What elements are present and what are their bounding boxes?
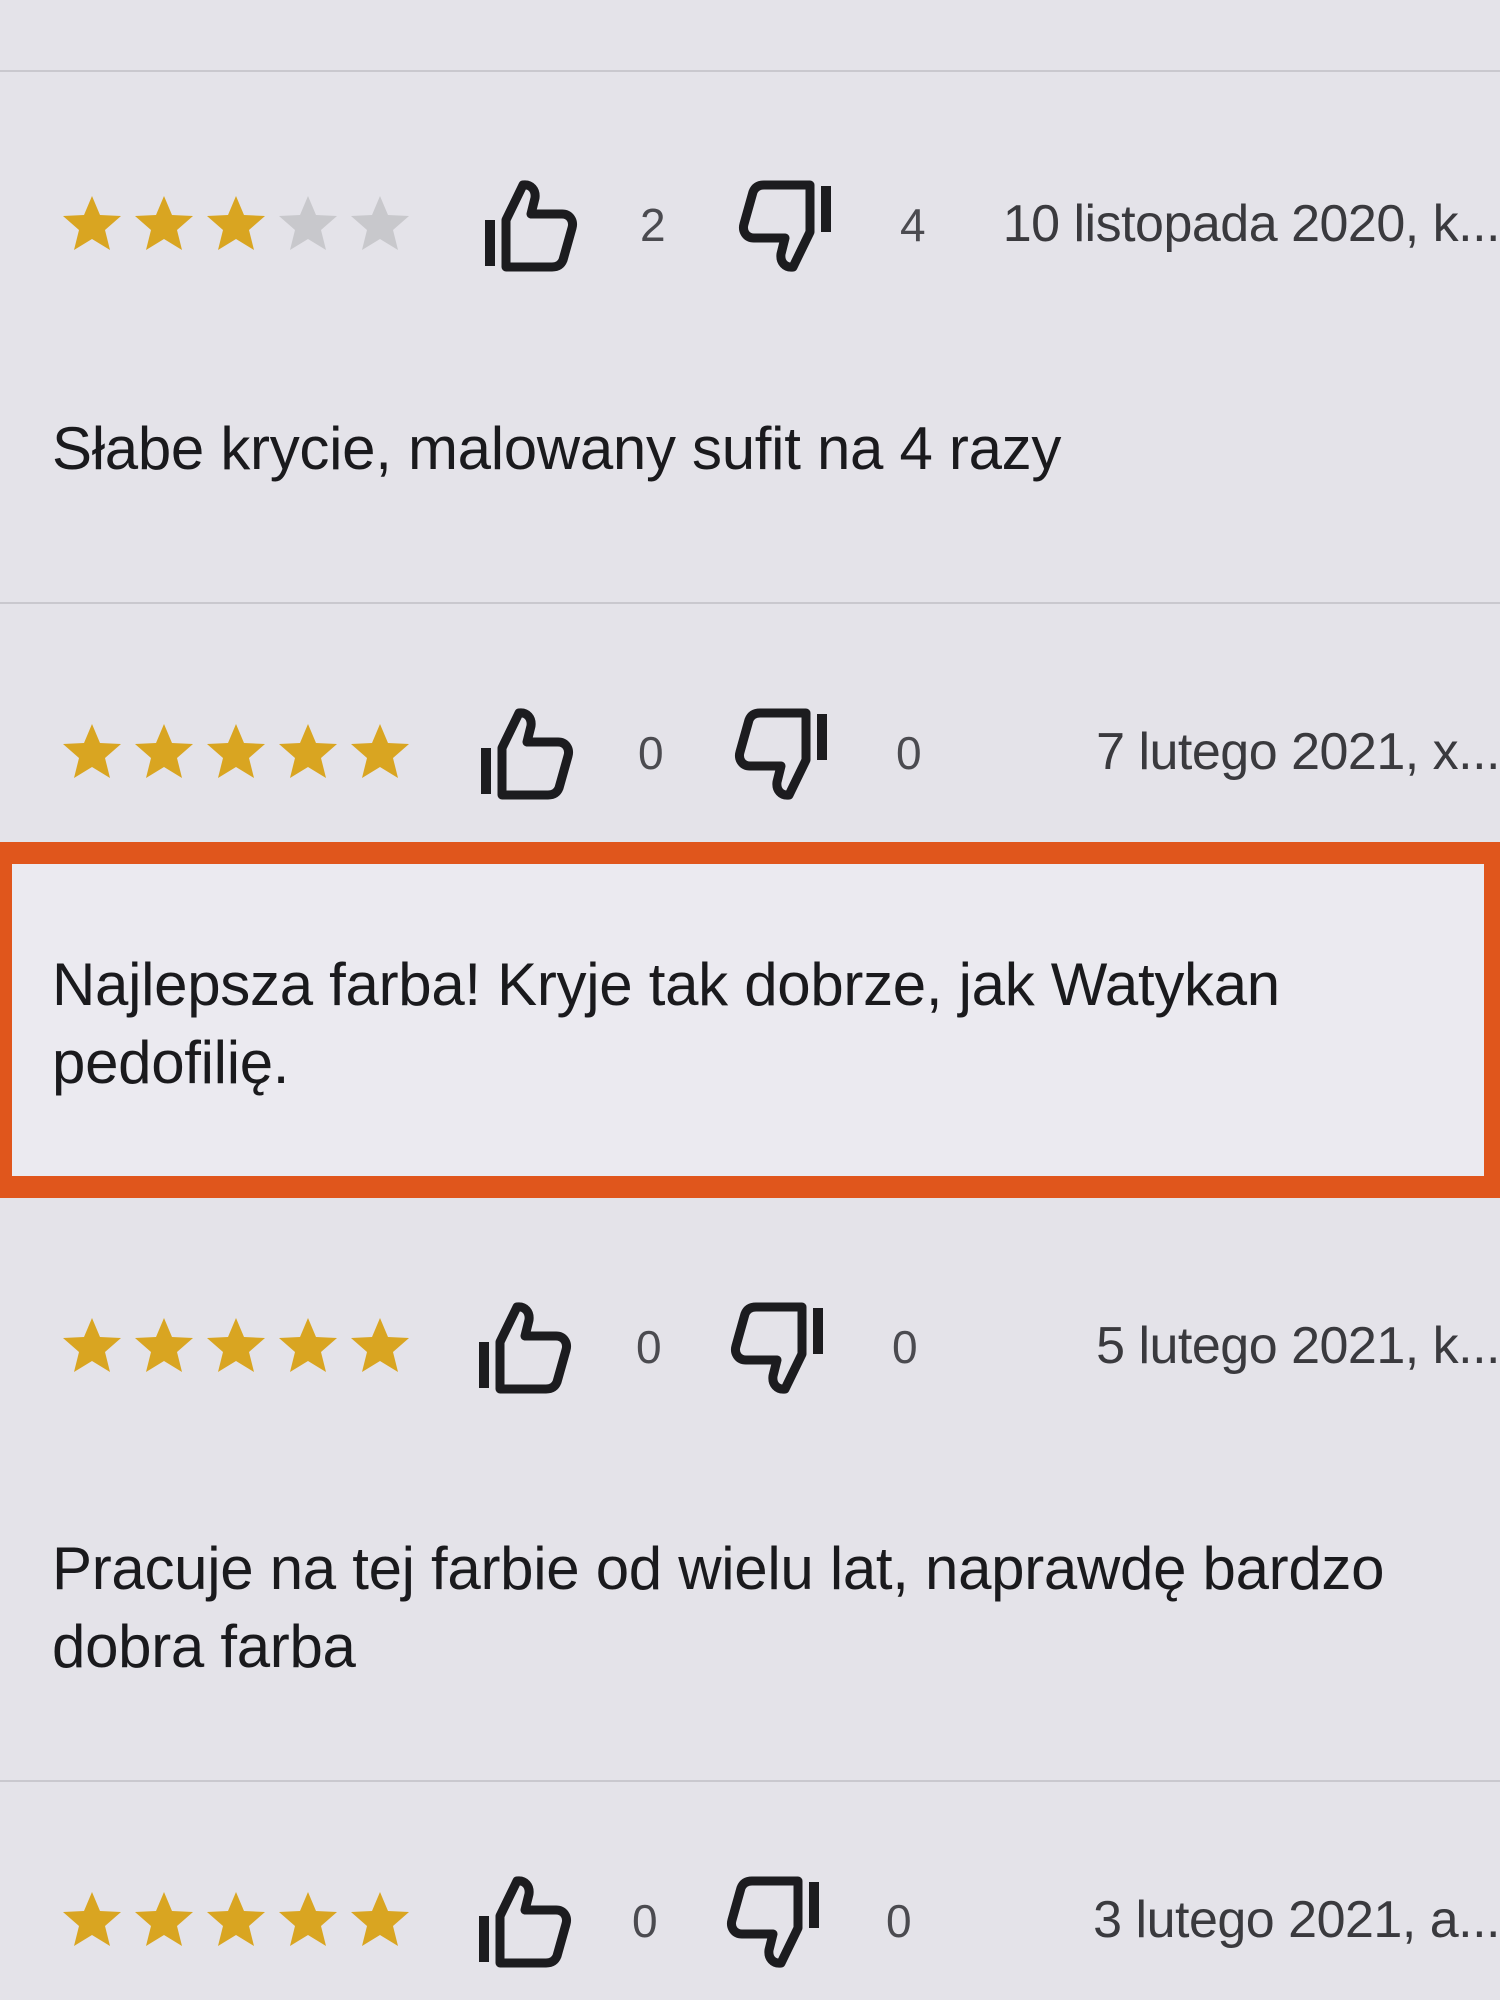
star-filled-icon — [279, 1892, 337, 1946]
star-filled-icon — [279, 724, 337, 778]
star-rating — [60, 193, 412, 253]
star-empty-icon — [279, 196, 337, 250]
star-filled-icon — [63, 724, 121, 778]
star-rating — [60, 1889, 412, 1949]
star-filled-icon — [135, 196, 193, 250]
star-filled-icon — [207, 196, 265, 250]
star-rating — [60, 1315, 412, 1375]
review-date: 5 lutego 2021, k... — [1096, 1317, 1500, 1375]
star-rating — [60, 721, 412, 781]
like-count: 0 — [632, 1895, 658, 1947]
divider — [0, 1780, 1500, 1782]
dislike-count: 0 — [896, 727, 922, 779]
review-text: Słabe krycie, malowany sufit na 4 razy — [52, 415, 1062, 482]
dislike-count: 4 — [900, 199, 926, 251]
like-count: 0 — [636, 1321, 662, 1373]
star-filled-icon — [279, 1318, 337, 1372]
star-filled-icon — [351, 1318, 409, 1372]
thumbs-up-icon[interactable] — [474, 708, 574, 800]
review-date: 3 lutego 2021, a... — [1093, 1891, 1500, 1949]
star-filled-icon — [63, 196, 121, 250]
star-filled-icon — [63, 1318, 121, 1372]
star-filled-icon — [135, 1318, 193, 1372]
thumbs-down-icon[interactable] — [726, 1876, 826, 1968]
star-filled-icon — [135, 1892, 193, 1946]
review-meta: 0 0 5 lutego 2021, k... — [0, 1290, 1500, 1400]
review-text: Pracuje na tej farbie od wielu lat, napr… — [52, 1535, 1385, 1680]
dislike-count: 0 — [886, 1895, 912, 1947]
star-empty-icon — [351, 196, 409, 250]
divider — [0, 602, 1500, 604]
star-filled-icon — [207, 1892, 265, 1946]
dislike-count: 0 — [892, 1321, 918, 1373]
star-filled-icon — [207, 724, 265, 778]
divider — [0, 70, 1500, 72]
star-filled-icon — [63, 1892, 121, 1946]
review-meta: 0 0 7 lutego 2021, x... — [0, 696, 1500, 806]
star-filled-icon — [207, 1318, 265, 1372]
like-count: 0 — [638, 727, 664, 779]
thumbs-up-icon[interactable] — [472, 1302, 572, 1394]
star-filled-icon — [351, 1892, 409, 1946]
star-filled-icon — [351, 724, 409, 778]
thumbs-down-icon[interactable] — [730, 1302, 830, 1394]
like-count: 2 — [640, 199, 666, 251]
star-filled-icon — [135, 724, 193, 778]
review-meta: 0 0 3 lutego 2021, a... — [0, 1864, 1500, 1974]
thumbs-up-icon[interactable] — [472, 1876, 572, 1968]
review-meta: 2 4 10 listopada 2020, k... — [0, 168, 1500, 278]
review-date: 7 lutego 2021, x... — [1096, 723, 1500, 781]
review-text: Najlepsza farba! Kryje tak dobrze, jak W… — [52, 951, 1280, 1096]
review-date: 10 listopada 2020, k... — [1002, 195, 1500, 253]
thumbs-down-icon[interactable] — [734, 708, 834, 800]
thumbs-down-icon[interactable] — [738, 180, 838, 272]
thumbs-up-icon[interactable] — [478, 180, 578, 272]
